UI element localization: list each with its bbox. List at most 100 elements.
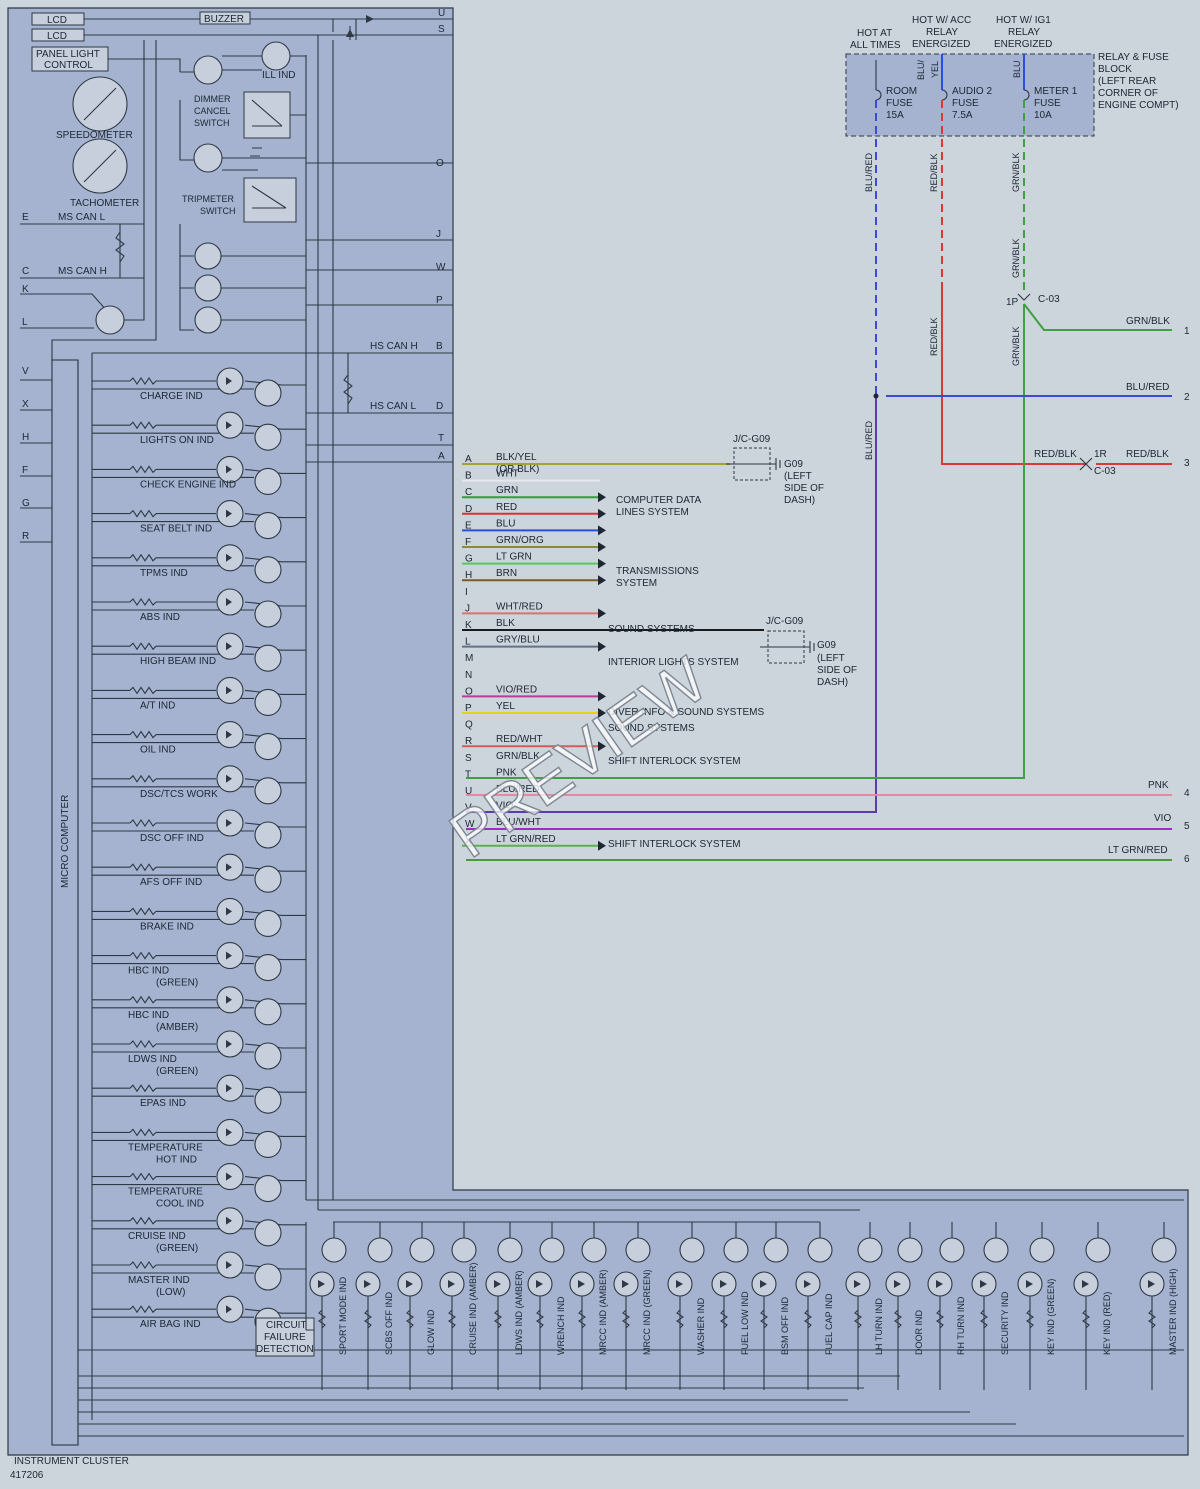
ms-can-l-label: MS CAN L — [58, 212, 106, 223]
connector-pin-row: M — [465, 653, 473, 664]
bottom-indicator-label: SCBS OFF IND — [384, 1291, 394, 1355]
connector-pin-letter: M — [465, 653, 473, 664]
indicator-transistor-icon — [254, 777, 282, 805]
circuit-failure-label-3: DETECTION — [256, 1344, 314, 1355]
system-shift-interlock-2: SHIFT INTERLOCK SYSTEM — [608, 839, 741, 850]
meter-fuse-label-3: 10A — [1034, 110, 1052, 121]
indicator-transistor-icon — [254, 1086, 282, 1114]
indicator-label: HBC IND — [128, 966, 169, 977]
system-sound: SOUND SYSTEMS — [608, 624, 695, 635]
indicator-transistor-icon — [581, 1237, 607, 1263]
connector-wire-label: GRY/BLU — [496, 635, 540, 646]
transistor-icon — [194, 274, 222, 302]
connector-pin-row: L GRY/BLU — [462, 635, 606, 652]
indicator-label: BRAKE IND — [140, 921, 194, 932]
output-5-label: VIO — [1154, 813, 1171, 824]
fuse-block-label-4: CORNER OF — [1098, 88, 1158, 99]
hot-acc-2: RELAY — [926, 27, 958, 38]
g09-label-1d: DASH) — [784, 495, 815, 506]
jc-g09-label-2: J/C-G09 — [766, 616, 804, 627]
pin-x: X — [22, 399, 29, 410]
bottom-indicator-label: GLOW IND — [426, 1309, 436, 1355]
bottom-indicator-label: DOOR IND — [914, 1309, 924, 1355]
pin-u: U — [438, 8, 445, 19]
output-3-label-b: RED/BLK — [1126, 449, 1169, 460]
panel-light-label-2: CONTROL — [44, 60, 93, 71]
output-3-label-a: RED/BLK — [1034, 449, 1077, 460]
hs-can-h-label: HS CAN H — [370, 341, 418, 352]
jc-g09-label-1: J/C-G09 — [733, 434, 771, 445]
transistor-icon — [193, 143, 223, 173]
lcd-label-1: LCD — [47, 15, 67, 26]
fuse-block-label: RELAY & FUSE — [1098, 52, 1169, 63]
buzzer-label: BUZZER — [204, 14, 244, 25]
indicator-label: OIL IND — [140, 745, 176, 756]
indicator-transistor-icon — [723, 1237, 749, 1263]
hot-at-all-times: HOT AT — [857, 28, 892, 39]
connector-wire-label: RED — [496, 502, 517, 513]
indicator-label: DSC/TCS WORK — [140, 789, 218, 800]
c03-label-top: C-03 — [1038, 294, 1060, 305]
indicator-sublabel: (GREEN) — [156, 1243, 198, 1254]
pin-d: D — [436, 401, 443, 412]
indicator-transistor-icon — [679, 1237, 705, 1263]
indicator-transistor-icon — [497, 1237, 523, 1263]
indicator-transistor-icon — [1151, 1237, 1177, 1263]
meter-fuse-label-2: FUSE — [1034, 98, 1061, 109]
indicator-label: MASTER IND — [128, 1275, 190, 1286]
connector-wire-label: GRN — [496, 485, 518, 496]
g09-label-2: G09 — [817, 640, 836, 651]
fuse-block-label-2: BLOCK — [1098, 64, 1132, 75]
indicator-transistor-icon — [321, 1237, 347, 1263]
hot-ig1: HOT W/ IG1 — [996, 15, 1051, 26]
indicator-transistor-icon — [254, 379, 282, 407]
indicator-transistor-icon — [254, 909, 282, 937]
pin-a: A — [438, 451, 445, 462]
fuse-block-label-5: ENGINE COMPT) — [1098, 100, 1179, 111]
output-2-num: 2 — [1184, 392, 1190, 403]
bottom-indicator-label: WASHER IND — [696, 1297, 706, 1355]
indicator-transistor-icon — [254, 467, 282, 495]
g09-label-1b: (LEFT — [784, 471, 812, 482]
audio-fuse-label-3: 7.5A — [952, 110, 973, 121]
tripmeter-switch-label: SWITCH — [200, 206, 236, 216]
indicator-label: AFS OFF IND — [140, 877, 202, 888]
indicator-transistor-icon — [451, 1237, 477, 1263]
circuit-failure-label-2: FAILURE — [264, 1332, 306, 1343]
indicator-sublabel: (GREEN) — [156, 1066, 198, 1077]
indicator-label: TEMPERATURE — [128, 1187, 203, 1198]
fuse-block-label-3: (LEFT REAR — [1098, 76, 1156, 87]
indicator-transistor-icon — [763, 1237, 789, 1263]
indicator-transistor-icon — [254, 1175, 282, 1203]
g09-label-2b: (LEFT — [817, 653, 845, 664]
indicator-transistor-icon — [254, 865, 282, 893]
indicator-transistor-icon — [254, 556, 282, 584]
indicator-sublabel: (GREEN) — [156, 978, 198, 989]
system-computer-data: COMPUTER DATA — [616, 495, 702, 506]
output-4-num: 4 — [1184, 788, 1190, 799]
panel-light-label: PANEL LIGHT — [36, 49, 100, 60]
connector-wire-label: GRN/ORG — [496, 535, 544, 546]
connector-pin-row: E BLU — [462, 518, 606, 536]
output-5-num: 5 — [1184, 821, 1190, 832]
tripmeter-label: TRIPMETER — [182, 194, 235, 204]
connector-wire-label: BLK — [496, 618, 515, 629]
cancel-label: CANCEL — [194, 106, 231, 116]
connector-pin-row: I — [465, 587, 468, 598]
connector-pin-row: O VIO/RED — [462, 684, 606, 702]
bottom-indicator-label: SECURITY IND — [1000, 1291, 1010, 1355]
pin-f: F — [22, 465, 28, 476]
indicator-label: HIGH BEAM IND — [140, 656, 216, 667]
gauge-motor-icon — [95, 305, 125, 335]
indicator-transistor-icon — [254, 998, 282, 1026]
indicator-label: DSC OFF IND — [140, 833, 204, 844]
indicator-transistor-icon — [254, 644, 282, 672]
tag-red-blk-1: RED/BLK — [929, 153, 939, 192]
indicator-label: CHECK ENGINE IND — [140, 479, 236, 490]
indicator-transistor-icon — [367, 1237, 393, 1263]
pin-v: V — [22, 366, 29, 377]
bottom-indicator-label: RH TURN IND — [956, 1296, 966, 1355]
circuit-failure-label-1: CIRCUIT — [266, 1320, 307, 1331]
indicator-transistor-icon — [254, 821, 282, 849]
output-1-num: 1 — [1184, 326, 1190, 337]
